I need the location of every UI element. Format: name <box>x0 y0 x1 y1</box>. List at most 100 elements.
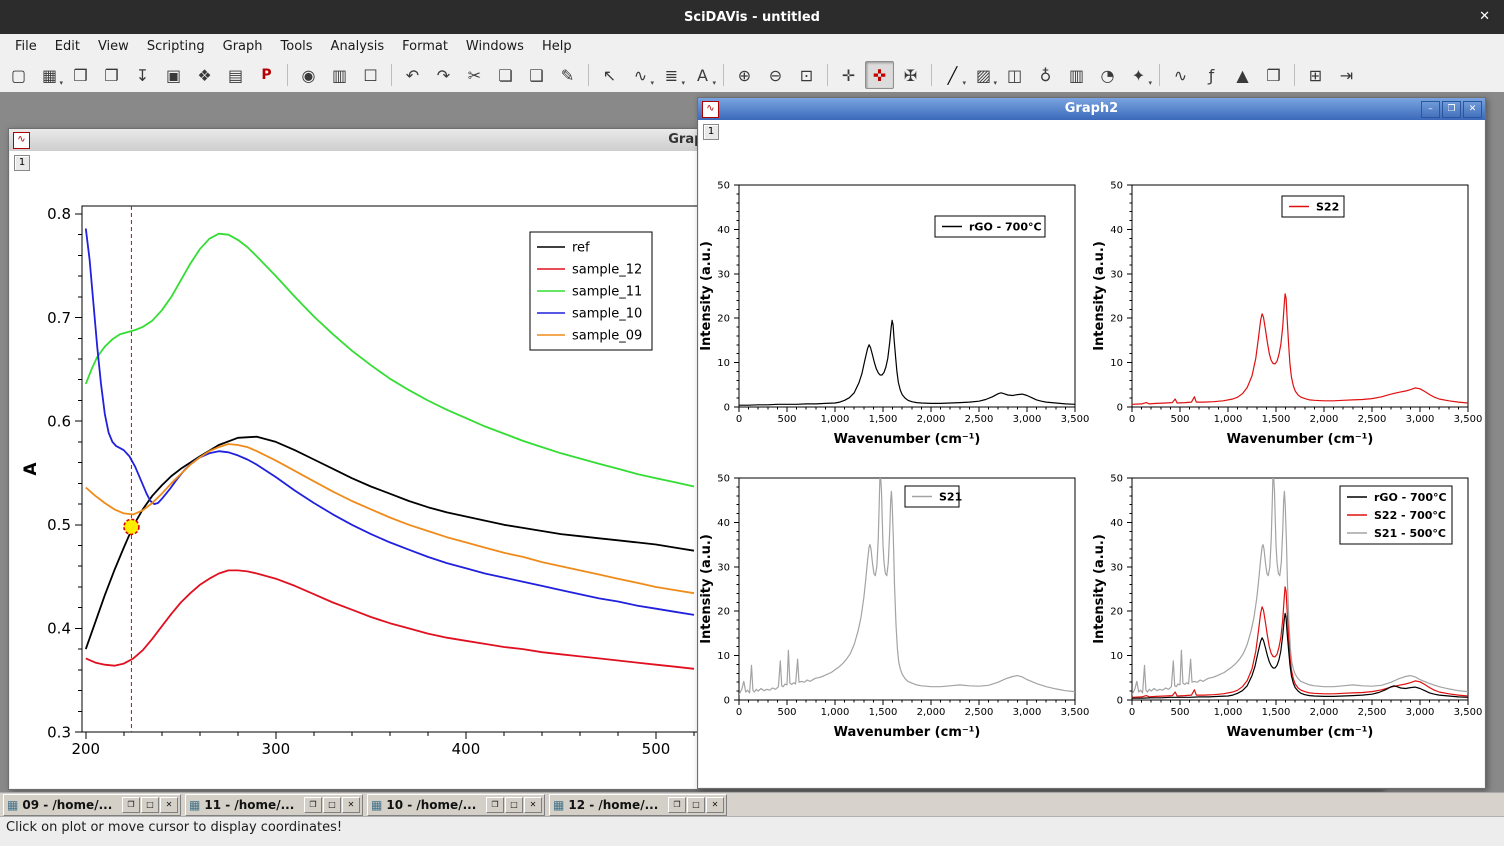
layer-style-button[interactable]: ≣▾ <box>657 61 686 89</box>
restore-button[interactable]: ❐ <box>122 797 140 813</box>
table-icon: ▦ <box>189 798 200 812</box>
restore-button[interactable]: ❐ <box>486 797 504 813</box>
raman-panel-s21[interactable]: 05001,0001,5002,0002,5003,0003,500010203… <box>699 458 1092 751</box>
raman-panel-s22[interactable]: 05001,0001,5002,0002,5003,0003,500010203… <box>1092 165 1484 458</box>
plot-wizard-button[interactable]: ▲ <box>1228 61 1257 89</box>
maximize-button[interactable]: □ <box>323 797 341 813</box>
minimize-button[interactable]: – <box>1421 101 1440 118</box>
menu-windows[interactable]: Windows <box>457 36 533 57</box>
cut-button[interactable]: ✂ <box>460 61 489 89</box>
data-reader-button[interactable]: ✜ <box>865 61 894 89</box>
menu-graph[interactable]: Graph <box>214 36 272 57</box>
svg-text:10: 10 <box>1110 358 1123 369</box>
select-range-button[interactable]: ✠ <box>896 61 925 89</box>
export-pdf-button[interactable]: P <box>252 61 281 89</box>
svg-text:30: 30 <box>1110 562 1123 573</box>
import-ascii-button[interactable]: ↧ <box>128 61 157 89</box>
svg-text:30: 30 <box>717 269 730 280</box>
svg-text:sample_11: sample_11 <box>572 285 642 300</box>
graph2-window[interactable]: ∿ Graph2 –❐✕ 1 05001,0001,5002,0002,5003… <box>697 97 1486 789</box>
svg-text:400: 400 <box>452 740 481 758</box>
raman-panel-combined[interactable]: 05001,0001,5002,0002,5003,0003,500010203… <box>1092 458 1484 751</box>
zoom-in-button[interactable]: ⊕ <box>730 61 759 89</box>
plot3d-button[interactable]: ♁ <box>1031 61 1060 89</box>
menu-file[interactable]: File <box>6 36 46 57</box>
dropdown-caret-icon: ▾ <box>712 79 716 87</box>
add-image-button[interactable]: ◫ <box>1000 61 1029 89</box>
add-text-button[interactable]: A▾ <box>688 61 717 89</box>
menu-format[interactable]: Format <box>393 36 457 57</box>
raman-panel-rgo[interactable]: 05001,0001,5002,0002,5003,0003,500010203… <box>699 165 1092 458</box>
menu-scripting[interactable]: Scripting <box>138 36 214 57</box>
new-note-button[interactable]: ▢ <box>4 61 33 89</box>
new-graph-button[interactable]: ∿ <box>1166 61 1195 89</box>
dropdown-caret-icon: ▾ <box>650 79 654 87</box>
menu-view[interactable]: View <box>89 36 138 57</box>
app-titlebar[interactable]: SciDAVis - untitled ✕ <box>0 0 1504 34</box>
close-button[interactable]: ✕ <box>524 797 542 813</box>
restore-button[interactable]: ❐ <box>304 797 322 813</box>
bar-plot-button[interactable]: ▥ <box>1062 61 1091 89</box>
close-button[interactable]: ✕ <box>706 797 724 813</box>
svg-text:sample_09: sample_09 <box>572 329 642 344</box>
restore-button[interactable]: ❐ <box>1442 101 1461 118</box>
duplicate-button[interactable]: ❒ <box>1259 61 1288 89</box>
close-button[interactable]: ✕ <box>342 797 360 813</box>
menubar: FileEditViewScriptingGraphToolsAnalysisF… <box>0 34 1504 59</box>
menu-tools[interactable]: Tools <box>272 36 322 57</box>
new-function-button[interactable]: ƒ <box>1197 61 1226 89</box>
menu-analysis[interactable]: Analysis <box>322 36 394 57</box>
redo-button[interactable]: ↷ <box>429 61 458 89</box>
lock-button[interactable]: ☐ <box>356 61 385 89</box>
add-column-button[interactable]: ⇥ <box>1332 61 1361 89</box>
svg-text:500: 500 <box>777 707 796 718</box>
close-icon[interactable]: ✕ <box>1479 9 1490 24</box>
window-tab[interactable]: ▦12 - /home/...❐□✕ <box>549 794 727 816</box>
undo-button[interactable]: ↶ <box>398 61 427 89</box>
pointer-button[interactable]: ↖ <box>595 61 624 89</box>
restore-button[interactable]: ❐ <box>668 797 686 813</box>
copy-button[interactable]: ❏ <box>491 61 520 89</box>
svg-text:2,000: 2,000 <box>917 414 946 425</box>
move-data-button[interactable]: ✛ <box>834 61 863 89</box>
graph2-titlebar[interactable]: ∿ Graph2 –❐✕ <box>698 98 1485 120</box>
window-tab[interactable]: ▦10 - /home/...❐□✕ <box>367 794 545 816</box>
curve-style-button[interactable]: ∿▾ <box>626 61 655 89</box>
menu-help[interactable]: Help <box>533 36 581 57</box>
save-project-button[interactable]: ▣ <box>159 61 188 89</box>
copy-icon: ❏ <box>498 66 512 85</box>
menu-edit[interactable]: Edit <box>46 36 89 57</box>
svg-text:50: 50 <box>1110 474 1123 485</box>
rescale-button[interactable]: ⊡ <box>792 61 821 89</box>
add-column-icon: ⇥ <box>1340 66 1353 85</box>
window-tab[interactable]: ▦11 - /home/...❐□✕ <box>185 794 363 816</box>
open-template-button[interactable]: ❐ <box>97 61 126 89</box>
maximize-button[interactable]: □ <box>141 797 159 813</box>
open-project-button[interactable]: ❒ <box>66 61 95 89</box>
close-button[interactable]: ✕ <box>1463 101 1482 118</box>
draw-line-button[interactable]: ╱▾ <box>938 61 967 89</box>
maximize-button[interactable]: □ <box>687 797 705 813</box>
paste-button[interactable]: ❑ <box>522 61 551 89</box>
open-project-icon: ❒ <box>73 66 87 85</box>
maximize-button[interactable]: □ <box>505 797 523 813</box>
svg-text:50: 50 <box>717 181 730 192</box>
layer-button[interactable]: 1 <box>14 155 30 171</box>
fill-color-button[interactable]: ▨▾ <box>969 61 998 89</box>
magic-plot-button[interactable]: ✦▾ <box>1124 61 1153 89</box>
save-all-button[interactable]: ❖ <box>190 61 219 89</box>
print-preview-button[interactable]: ◉ <box>294 61 323 89</box>
layer-button[interactable]: 1 <box>703 124 719 140</box>
zoom-out-button[interactable]: ⊖ <box>761 61 790 89</box>
print-button[interactable]: ▤ <box>221 61 250 89</box>
new-matrix-button[interactable]: ▥ <box>325 61 354 89</box>
window-tab[interactable]: ▦09 - /home/...❐□✕ <box>3 794 181 816</box>
annotate-button[interactable]: ✎ <box>553 61 582 89</box>
table-options-button[interactable]: ⊞ <box>1301 61 1330 89</box>
svg-text:Wavenumber (cm⁻¹): Wavenumber (cm⁻¹) <box>834 725 981 740</box>
new-table-button[interactable]: ▦▾ <box>35 61 64 89</box>
close-button[interactable]: ✕ <box>160 797 178 813</box>
svg-text:50: 50 <box>717 474 730 485</box>
pie-plot-button[interactable]: ◔ <box>1093 61 1122 89</box>
svg-text:rGO - 700°C: rGO - 700°C <box>969 220 1042 233</box>
